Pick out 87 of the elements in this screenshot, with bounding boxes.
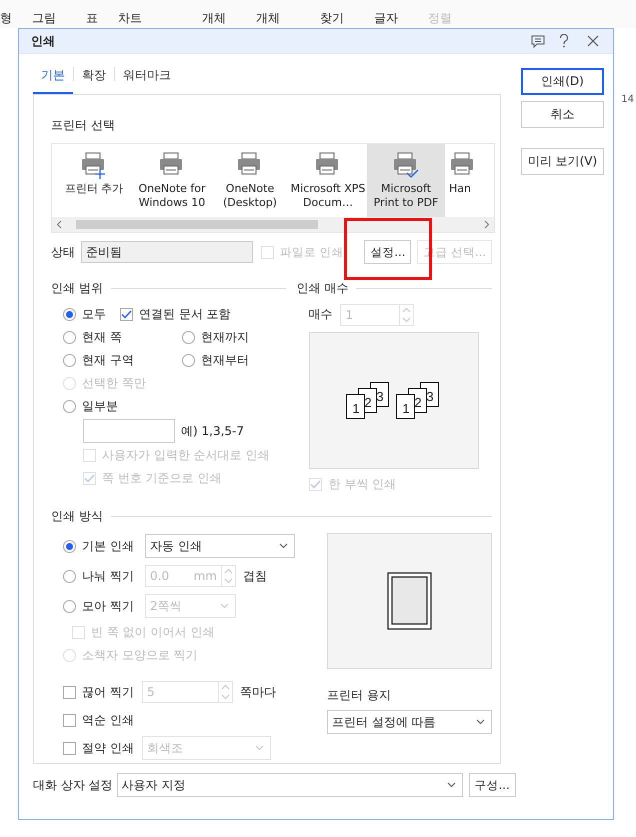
- scroll-right-icon[interactable]: [484, 220, 490, 229]
- section-title: 인쇄 매수: [296, 280, 348, 297]
- radio-button[interactable]: [63, 331, 76, 344]
- status-field: 준비됨: [81, 241, 253, 263]
- printer-item[interactable]: Microsoft XPS Docum…: [289, 144, 367, 217]
- radio-button[interactable]: [63, 354, 76, 367]
- tab[interactable]: 워터마크: [115, 54, 179, 94]
- chevron-down-icon: [255, 745, 264, 751]
- checkbox[interactable]: [120, 308, 133, 321]
- window-title: 인쇄: [31, 32, 56, 50]
- radio-option[interactable]: 현재 구역: [63, 352, 182, 369]
- chevron-down-icon: [446, 782, 456, 788]
- radio-button[interactable]: [63, 400, 76, 413]
- dialog-button[interactable]: 인쇄(D): [521, 68, 604, 95]
- chevron-down-icon: [476, 719, 485, 725]
- section-title: 인쇄 범위: [51, 280, 103, 297]
- ruler-number: 14: [621, 94, 634, 105]
- radio-button[interactable]: [182, 354, 195, 367]
- radio-option[interactable]: 모두: [63, 306, 106, 323]
- radio-button[interactable]: [182, 331, 195, 344]
- page-preview-drawing: [386, 572, 432, 630]
- status-label: 상태: [51, 244, 75, 260]
- printer-item[interactable]: OneNote for Windows 10: [133, 144, 211, 217]
- down-icon: [402, 316, 412, 322]
- radio-option[interactable]: 일부분: [63, 398, 118, 415]
- chevron-down-icon: [279, 543, 288, 549]
- checkbox[interactable]: [63, 686, 76, 698]
- page-sheet: 1: [346, 394, 366, 418]
- radio-option[interactable]: 나눠 찍기: [63, 568, 145, 584]
- per-pages-label: 쪽마다: [240, 684, 276, 700]
- dropdown[interactable]: 사용자 지정: [116, 773, 463, 797]
- dropdown[interactable]: 자동 인쇄: [145, 534, 295, 558]
- toolbar-label[interactable]: 개체: [256, 11, 280, 28]
- toolbar-label[interactable]: 개체: [202, 11, 226, 28]
- pages-hint: 예) 1,3,5-7: [181, 422, 244, 440]
- up-icon: [224, 568, 233, 574]
- checkbox-option[interactable]: 역순 인쇄: [63, 712, 134, 728]
- printer-check-icon: [392, 152, 420, 180]
- radio-option[interactable]: 현재 쪽: [63, 329, 182, 346]
- checkbox-option[interactable]: 절약 인쇄: [63, 740, 142, 756]
- chevron-down-icon: [220, 603, 229, 609]
- printer-item[interactable]: 프린터 추가: [55, 144, 133, 217]
- radio-option[interactable]: 현재까지: [182, 329, 249, 346]
- dropdown[interactable]: 프린터 설정에 따름: [327, 710, 492, 734]
- radio-option[interactable]: 모아 찍기: [63, 598, 145, 614]
- radio-button[interactable]: [63, 600, 76, 612]
- dialog-button[interactable]: 취소: [521, 101, 604, 128]
- radio-option[interactable]: 기본 인쇄: [63, 538, 145, 554]
- page-sheet: 1: [396, 394, 416, 418]
- checkbox-option[interactable]: 끊어 찍기: [63, 684, 142, 700]
- overlap-label: 겹침: [243, 568, 267, 584]
- toolbar-label[interactable]: 글자: [374, 11, 398, 28]
- checkbox[interactable]: [63, 714, 76, 726]
- tab[interactable]: 확장: [74, 54, 114, 94]
- dialog-settings-label: 대화 상자 설정: [33, 776, 113, 794]
- settings-button[interactable]: 설정...: [364, 240, 412, 264]
- down-icon: [221, 694, 230, 700]
- toolbar-label[interactable]: 형: [0, 11, 12, 28]
- down-icon: [224, 578, 233, 584]
- checkbox[interactable]: [63, 742, 76, 754]
- scroll-left-icon[interactable]: [56, 220, 62, 229]
- configure-button[interactable]: 구성...: [468, 773, 516, 797]
- toolbar-label[interactable]: 그림: [32, 11, 56, 28]
- up-icon: [402, 306, 412, 312]
- dialog-button[interactable]: 미리 보기(V): [521, 148, 604, 175]
- comment-icon[interactable]: [531, 34, 545, 48]
- up-icon: [221, 684, 230, 690]
- paper-label: 프린터 용지: [327, 687, 392, 704]
- help-icon[interactable]: [559, 34, 569, 48]
- close-icon[interactable]: [587, 35, 599, 47]
- copies-label: 매수: [308, 306, 332, 323]
- printer-item[interactable]: Han: [445, 144, 489, 217]
- radio-button[interactable]: [63, 308, 76, 321]
- scrollbar-thumb[interactable]: [76, 220, 318, 229]
- printer-plus-icon: [80, 152, 108, 180]
- section-label: 프린터 선택: [51, 117, 116, 134]
- toolbar-label[interactable]: 찾기: [320, 11, 344, 28]
- radio-option[interactable]: 현재부터: [182, 352, 249, 369]
- toolbar-label[interactable]: 표: [86, 11, 98, 28]
- pages-field[interactable]: [83, 419, 175, 443]
- checkbox-option[interactable]: 연결된 문서 포함: [120, 306, 231, 323]
- radio-button[interactable]: [63, 570, 76, 582]
- printer-item[interactable]: OneNote (Desktop): [211, 144, 289, 217]
- radio-button[interactable]: [63, 540, 76, 552]
- printer-item[interactable]: Microsoft Print to PDF: [367, 144, 445, 217]
- section-title: 인쇄 방식: [51, 508, 103, 525]
- toolbar-label[interactable]: 차트: [118, 11, 142, 28]
